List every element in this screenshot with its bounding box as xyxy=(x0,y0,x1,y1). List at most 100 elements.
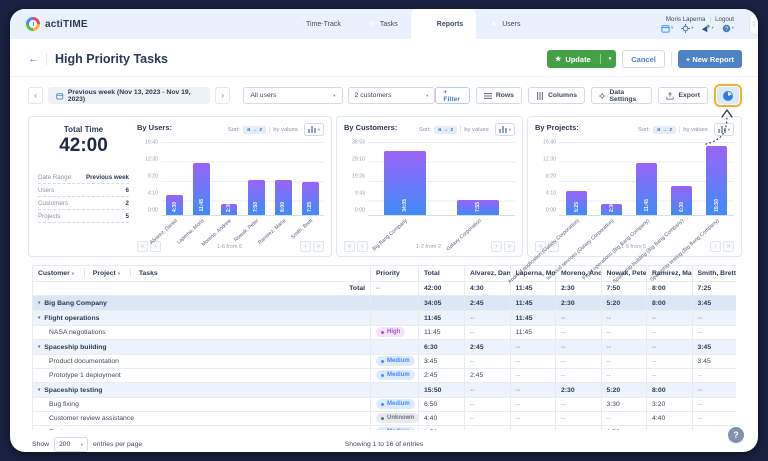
tab-time-track[interactable]: ✓Time-Track xyxy=(280,9,354,39)
bar-value: 11:45 xyxy=(644,199,650,212)
logout-link[interactable]: Logout xyxy=(715,16,734,23)
first-page-button[interactable]: « xyxy=(137,241,148,252)
new-report-button[interactable]: + New Report xyxy=(678,50,742,68)
chart-type-select[interactable]: ▾ xyxy=(714,123,734,136)
tasks-icon: ▤ xyxy=(367,20,376,29)
calendar-icon xyxy=(661,24,670,33)
time-cell: 2:45 xyxy=(465,340,511,355)
customers-filter-select[interactable]: 2 customers▾ xyxy=(348,87,436,104)
nav-tabs: ✓Time-Track ▤Tasks ◔Reports ♟Users xyxy=(280,9,534,39)
time-cell: -- xyxy=(510,412,556,426)
sort-az-toggle[interactable]: a → z xyxy=(434,126,457,134)
cancel-button[interactable]: Cancel xyxy=(622,50,665,68)
first-page-button[interactable]: « xyxy=(344,241,355,252)
last-page-button[interactable]: » xyxy=(313,241,324,252)
column-tasks: Tasks xyxy=(139,270,158,277)
y-tick: 0:00 xyxy=(148,207,158,213)
rows-button[interactable]: Rows xyxy=(476,87,522,104)
question-icon: ? xyxy=(722,24,731,33)
time-cell: -- xyxy=(647,426,693,431)
priority-cell xyxy=(371,311,419,326)
time-cell: -- xyxy=(647,311,693,326)
help-menu[interactable]: ?▾ xyxy=(722,24,734,33)
collapse-chevron-icon[interactable]: ▾ xyxy=(38,344,40,349)
last-page-button[interactable]: » xyxy=(504,241,515,252)
data-settings-button[interactable]: Data Settings xyxy=(591,87,652,104)
task-row: Bug fixingMedium6:50------3:303:20-- xyxy=(33,398,737,412)
prev-page-button[interactable]: ‹ xyxy=(357,241,368,252)
charts-section: Total Time 42:00 Date Range:Previous wee… xyxy=(28,116,742,257)
next-page-button[interactable]: › xyxy=(491,241,502,252)
calendar-icon xyxy=(56,92,64,100)
sort-az-toggle[interactable]: a → z xyxy=(243,126,266,134)
by-customers-panel: By Customers: Sort: a → z by values ▾ 38… xyxy=(336,116,523,257)
report-table: Customer▾ Project▾ Tasks Priority Total … xyxy=(32,265,736,430)
by-customers-chart: By Customers: Sort: a → z by values ▾ 38… xyxy=(344,123,515,252)
bar-value: 2:30 xyxy=(609,204,615,212)
project-group-row: ▾Spaceship building6:302:45--------3:45 xyxy=(33,340,737,355)
columns-button[interactable]: Columns xyxy=(528,87,585,104)
settings-menu[interactable]: ▾ xyxy=(681,24,693,33)
time-cell: 8:00 xyxy=(647,296,693,311)
next-period-button[interactable]: › xyxy=(215,87,230,104)
users-count-row: Users6 xyxy=(38,184,129,197)
time-cell: 3:45 xyxy=(692,355,736,369)
column-customer[interactable]: Customer xyxy=(38,270,70,277)
charts-toggle-button[interactable] xyxy=(717,87,739,104)
date-range-picker[interactable]: Previous week (Nov 13, 2023 - Nov 19, 20… xyxy=(48,87,210,104)
y-tick: 9:43 xyxy=(355,190,365,196)
priority-cell xyxy=(371,340,419,355)
total-time-label: Total Time xyxy=(38,125,129,134)
tab-reports[interactable]: ◔Reports xyxy=(411,9,476,39)
sort-az-toggle[interactable]: a → z xyxy=(653,126,676,134)
users-filter-select[interactable]: All users▾ xyxy=(243,87,342,104)
column-project[interactable]: Project xyxy=(93,270,116,277)
collapse-chevron-icon[interactable]: ▾ xyxy=(38,300,40,305)
task-name: Bug fixing xyxy=(49,401,79,408)
next-page-button[interactable]: › xyxy=(710,241,721,252)
name-cell[interactable]: ▾Spaceship building xyxy=(33,340,371,355)
project-group-row: ▾Flight operations11:45--11:45-------- xyxy=(33,311,737,326)
time-cell: 11:45 xyxy=(510,326,556,340)
priority-cell: Medium xyxy=(371,355,419,369)
gear-icon xyxy=(681,24,690,33)
name-cell: NASA negotiations xyxy=(33,326,371,340)
export-button[interactable]: Export xyxy=(658,87,708,104)
y-tick: 38:53 xyxy=(352,140,365,146)
back-arrow-icon[interactable]: ← xyxy=(28,53,39,65)
tab-tasks[interactable]: ▤Tasks xyxy=(354,9,411,39)
y-tick: 29:10 xyxy=(352,156,365,162)
side-panel-handle[interactable]: ⁞ xyxy=(749,14,758,35)
collapse-chevron-icon[interactable]: ▾ xyxy=(38,315,40,320)
task-row: NASA negotiationsHigh11:45--11:45-------… xyxy=(33,326,737,340)
bar: 6:30 xyxy=(671,186,693,214)
time-cell: 11:45 xyxy=(510,296,556,311)
bar-value: 7:25 xyxy=(307,202,313,212)
filter-button[interactable]: + Filter xyxy=(435,87,469,104)
project-name: Spaceship testing xyxy=(44,387,102,394)
bar: 11:45 xyxy=(636,163,658,214)
column-total: Total xyxy=(419,266,465,282)
total-time-summary: Total Time 42:00 Date Range:Previous wee… xyxy=(36,123,137,252)
name-cell[interactable]: ▾ Spaceship testing xyxy=(33,383,371,398)
collapse-chevron-icon[interactable]: ▾ xyxy=(38,387,40,392)
prev-period-button[interactable]: ‹ xyxy=(28,87,43,104)
name-cell[interactable]: ▾Flight operations xyxy=(33,311,371,326)
name-cell[interactable]: ▾Big Bang Company xyxy=(33,296,371,311)
time-cell: -- xyxy=(510,398,556,412)
priority-cell: High xyxy=(371,326,419,340)
last-page-button[interactable]: » xyxy=(723,241,734,252)
help-button[interactable]: ? xyxy=(728,427,744,443)
time-cell: 2:45 xyxy=(465,369,511,383)
update-button[interactable]: ★Update▾ xyxy=(547,50,616,68)
tab-users[interactable]: ♟Users xyxy=(476,9,533,39)
chart-type-select[interactable]: ▾ xyxy=(304,123,324,136)
time-cell: 3:45 xyxy=(692,296,736,311)
chart-type-select[interactable]: ▾ xyxy=(495,123,515,136)
announcements-menu[interactable]: ▾ xyxy=(701,24,713,33)
y-axis: 16:4012:308:204:100:00 xyxy=(535,140,559,214)
next-page-button[interactable]: › xyxy=(300,241,311,252)
date-range-row: Date Range:Previous week xyxy=(38,171,129,184)
time-cell: 2:45 xyxy=(419,369,465,383)
calendar-menu[interactable]: ▾ xyxy=(661,24,673,33)
